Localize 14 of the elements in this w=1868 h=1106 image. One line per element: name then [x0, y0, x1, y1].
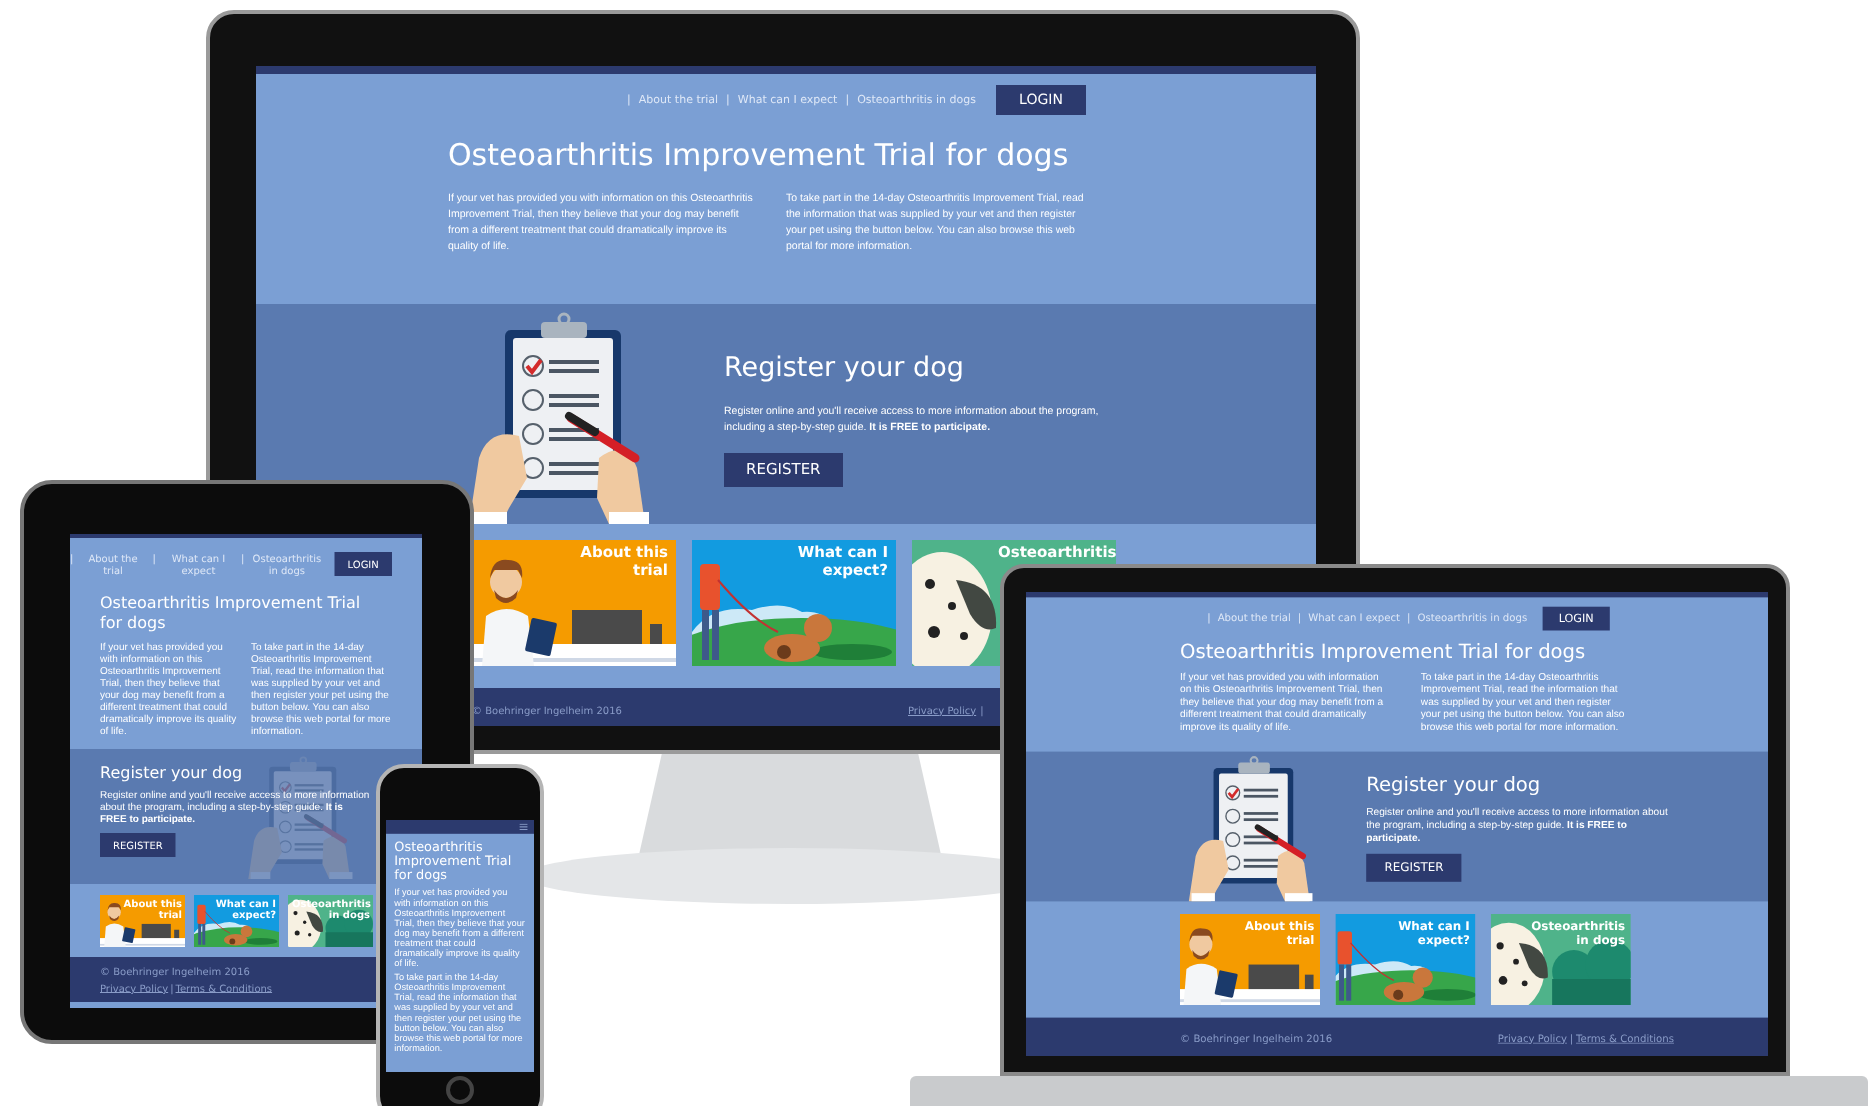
page-title: Osteoarthritis Improvement Trial for dogs — [1180, 639, 1588, 664]
vet-illustration[interactable] — [100, 895, 185, 947]
register-heading: Register your dog — [724, 350, 966, 387]
register-heading: Register your dog — [1366, 770, 1543, 800]
register-heading: Register your dog — [100, 760, 245, 784]
vet-illustration[interactable] — [1180, 914, 1320, 1005]
dog-walk-illustration[interactable] — [1335, 914, 1476, 1005]
vet-illustration[interactable] — [472, 540, 676, 666]
dog-walk-illustration[interactable] — [692, 540, 896, 666]
dalmatian-illustration[interactable] — [1490, 914, 1631, 1005]
menu-icon[interactable] — [519, 823, 528, 831]
page-title: Osteoarthritis Improvement Trial for dogs — [100, 592, 363, 632]
dog-walk-illustration[interactable] — [194, 895, 279, 947]
page-title: Osteoarthritis Improvement Trial for dogs — [448, 136, 1071, 176]
